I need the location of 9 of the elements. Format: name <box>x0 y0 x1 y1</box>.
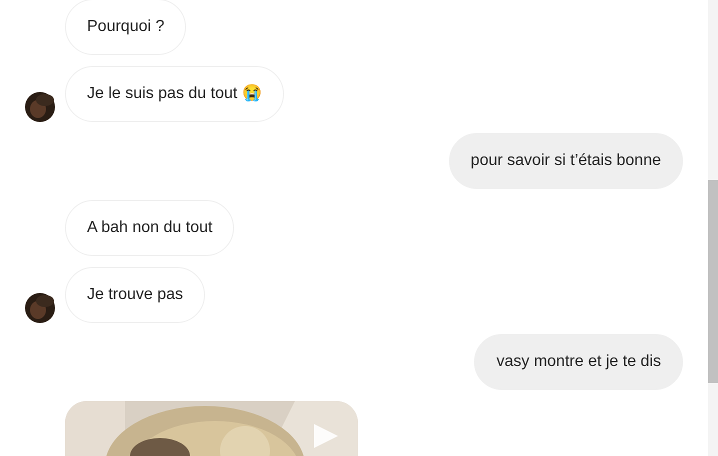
message-bubble: Je trouve pas <box>65 267 206 323</box>
message-bubble: vasy montre et je te dis <box>474 334 683 390</box>
message-bubble: Je le suis pas du tout 😭 <box>65 66 284 122</box>
message-bubble: pour savoir si t’étais bonne <box>448 133 683 189</box>
avatar[interactable] <box>25 92 55 122</box>
avatar[interactable] <box>25 293 55 323</box>
message-bubble: Pourquoi ? <box>65 0 186 55</box>
message-bubble: A bah non du tout <box>65 200 234 256</box>
scrollbar-thumb[interactable] <box>708 180 718 383</box>
